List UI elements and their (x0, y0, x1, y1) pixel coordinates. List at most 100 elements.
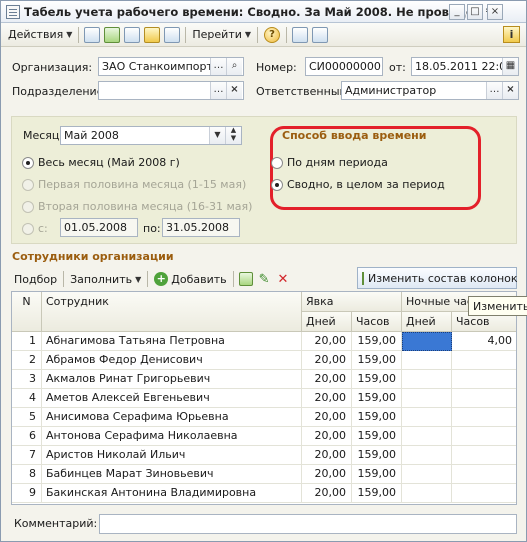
cell-days[interactable]: 20,00 (302, 351, 352, 370)
cell-night-hours[interactable] (452, 370, 516, 389)
delete-icon[interactable]: ✕ (278, 272, 289, 287)
cell-n[interactable]: 9 (12, 484, 42, 503)
add-button[interactable]: + Добавить (151, 269, 229, 289)
close-button[interactable]: × (487, 4, 503, 20)
radio-by-days[interactable] (271, 157, 283, 169)
radio-whole-month[interactable] (22, 157, 34, 169)
fill-icon[interactable] (144, 26, 161, 43)
cell-night-days[interactable] (402, 465, 452, 484)
help-icon[interactable]: ? (264, 26, 281, 43)
cell-night-hours[interactable] (452, 484, 516, 503)
cell-days[interactable]: 20,00 (302, 484, 352, 503)
edit-pencil-icon[interactable]: ✎ (259, 272, 270, 287)
table-row[interactable]: 9 Бакинская Антонина Владимировна 20,00 159… (12, 484, 516, 503)
column-header-attendance[interactable]: Явка (302, 292, 402, 312)
table-row[interactable]: 6 Антонова Серафима Николаевна 20,00 159,00 (12, 427, 516, 446)
column-header-employee[interactable]: Сотрудник (42, 292, 302, 332)
cell-days[interactable]: 20,00 (302, 408, 352, 427)
cell-n[interactable]: 8 (12, 465, 42, 484)
cell-employee[interactable]: Акмалов Ринат Григорьевич (42, 370, 302, 389)
table-row[interactable]: 5 Анисимова Серафима Юрьевна 20,00 159,00 (12, 408, 516, 427)
cell-night-hours[interactable] (452, 465, 516, 484)
cell-night-days[interactable] (402, 484, 452, 503)
table-row[interactable]: 7 Аристов Николай Ильич 20,00 159,00 (12, 446, 516, 465)
select-ellipsis-button[interactable]: … (210, 82, 226, 99)
post-and-close-icon[interactable] (84, 26, 101, 43)
cell-n[interactable]: 5 (12, 408, 42, 427)
radio-custom-range[interactable] (22, 223, 34, 235)
column-header-night-days[interactable]: Дней (402, 312, 452, 332)
write-icon[interactable] (104, 26, 121, 43)
settings-list-icon[interactable] (312, 26, 329, 43)
cell-n[interactable]: 6 (12, 427, 42, 446)
table-row[interactable]: 8 Бабинцев Марат Зиновьевич 20,00 159,00 (12, 465, 516, 484)
cell-night-days[interactable] (402, 446, 452, 465)
cell-n[interactable]: 2 (12, 351, 42, 370)
comment-field[interactable] (99, 514, 517, 534)
actions-menu[interactable]: Действия ▼ (5, 25, 75, 45)
cell-employee[interactable]: Анисимова Серафима Юрьевна (42, 408, 302, 427)
cell-hours[interactable]: 159,00 (352, 446, 402, 465)
range-from-field[interactable]: 01.05.2008 (60, 218, 138, 237)
pick-button[interactable]: Подбор (11, 269, 60, 289)
table-row[interactable]: 3 Акмалов Ринат Григорьевич 20,00 159,00 (12, 370, 516, 389)
cell-night-days[interactable] (402, 427, 452, 446)
cell-night-hours[interactable] (452, 389, 516, 408)
cell-days[interactable]: 20,00 (302, 389, 352, 408)
chevron-down-icon[interactable]: ▼ (209, 127, 225, 144)
post-icon[interactable] (124, 26, 141, 43)
cell-night-hours[interactable]: 4,00 (452, 332, 516, 351)
column-header-n[interactable]: N (12, 292, 42, 332)
date-field[interactable]: 18.05.2011 22:01: ▦ (411, 57, 519, 76)
calendar-icon[interactable]: ▦ (502, 58, 518, 75)
cell-n[interactable]: 3 (12, 370, 42, 389)
department-field[interactable]: … × (98, 81, 244, 100)
cell-n[interactable]: 1 (12, 332, 42, 351)
cell-night-hours[interactable] (452, 351, 516, 370)
cell-night-days[interactable] (402, 370, 452, 389)
maximize-button[interactable]: □ (467, 4, 483, 20)
cell-employee[interactable]: Аметов Алексей Евгеньевич (42, 389, 302, 408)
minimize-button[interactable]: _ (449, 4, 465, 20)
cell-employee[interactable]: Бакинская Антонина Владимировна (42, 484, 302, 503)
cell-days[interactable]: 20,00 (302, 465, 352, 484)
table-row[interactable]: 1 Абнагимова Татьяна Петровна 20,00 159,00 4… (12, 332, 516, 351)
number-field[interactable]: СИ000000001 (305, 57, 383, 76)
select-ellipsis-button[interactable]: … (210, 58, 226, 75)
fill-menu[interactable]: Заполнить ▼ (67, 269, 144, 289)
cell-employee[interactable]: Антонова Серафима Николаевна (42, 427, 302, 446)
info-icon[interactable]: i (503, 26, 520, 43)
clear-icon[interactable]: × (502, 82, 518, 99)
responsible-field[interactable]: Администратор … × (341, 81, 519, 100)
select-ellipsis-button[interactable]: … (486, 82, 502, 99)
cell-hours[interactable]: 159,00 (352, 370, 402, 389)
cell-days[interactable]: 20,00 (302, 370, 352, 389)
cell-days[interactable]: 20,00 (302, 446, 352, 465)
table-row[interactable]: 4 Аметов Алексей Евгеньевич 20,00 159,00 (12, 389, 516, 408)
cell-days[interactable]: 20,00 (302, 427, 352, 446)
cell-employee[interactable]: Бабинцев Марат Зиновьевич (42, 465, 302, 484)
search-icon[interactable]: ⌕ (226, 58, 242, 75)
print-icon[interactable] (164, 26, 181, 43)
cell-hours[interactable]: 159,00 (352, 351, 402, 370)
cell-days[interactable]: 20,00 (302, 332, 352, 351)
cell-n[interactable]: 7 (12, 446, 42, 465)
cell-night-hours[interactable] (452, 446, 516, 465)
cell-employee[interactable]: Абрамов Федор Денисович (42, 351, 302, 370)
column-header-hours[interactable]: Часов (352, 312, 402, 332)
cell-night-hours[interactable] (452, 408, 516, 427)
cell-employee[interactable]: Аристов Николай Ильич (42, 446, 302, 465)
cell-night-days[interactable] (402, 408, 452, 427)
structure-icon[interactable] (292, 26, 309, 43)
cell-night-hours[interactable] (452, 427, 516, 446)
radio-first-half[interactable] (22, 179, 34, 191)
column-header-days[interactable]: Дней (302, 312, 352, 332)
clear-icon[interactable]: × (226, 82, 242, 99)
cell-hours[interactable]: 159,00 (352, 484, 402, 503)
cell-employee[interactable]: Абнагимова Татьяна Петровна (42, 332, 302, 351)
cell-night-days[interactable] (402, 351, 452, 370)
radio-second-half[interactable] (22, 201, 34, 213)
month-select[interactable]: Май 2008 ▼ ▲ ▼ (60, 126, 242, 145)
organization-field[interactable]: ЗАО Станкоимпорт … ⌕ (98, 57, 244, 76)
cell-hours[interactable]: 159,00 (352, 389, 402, 408)
